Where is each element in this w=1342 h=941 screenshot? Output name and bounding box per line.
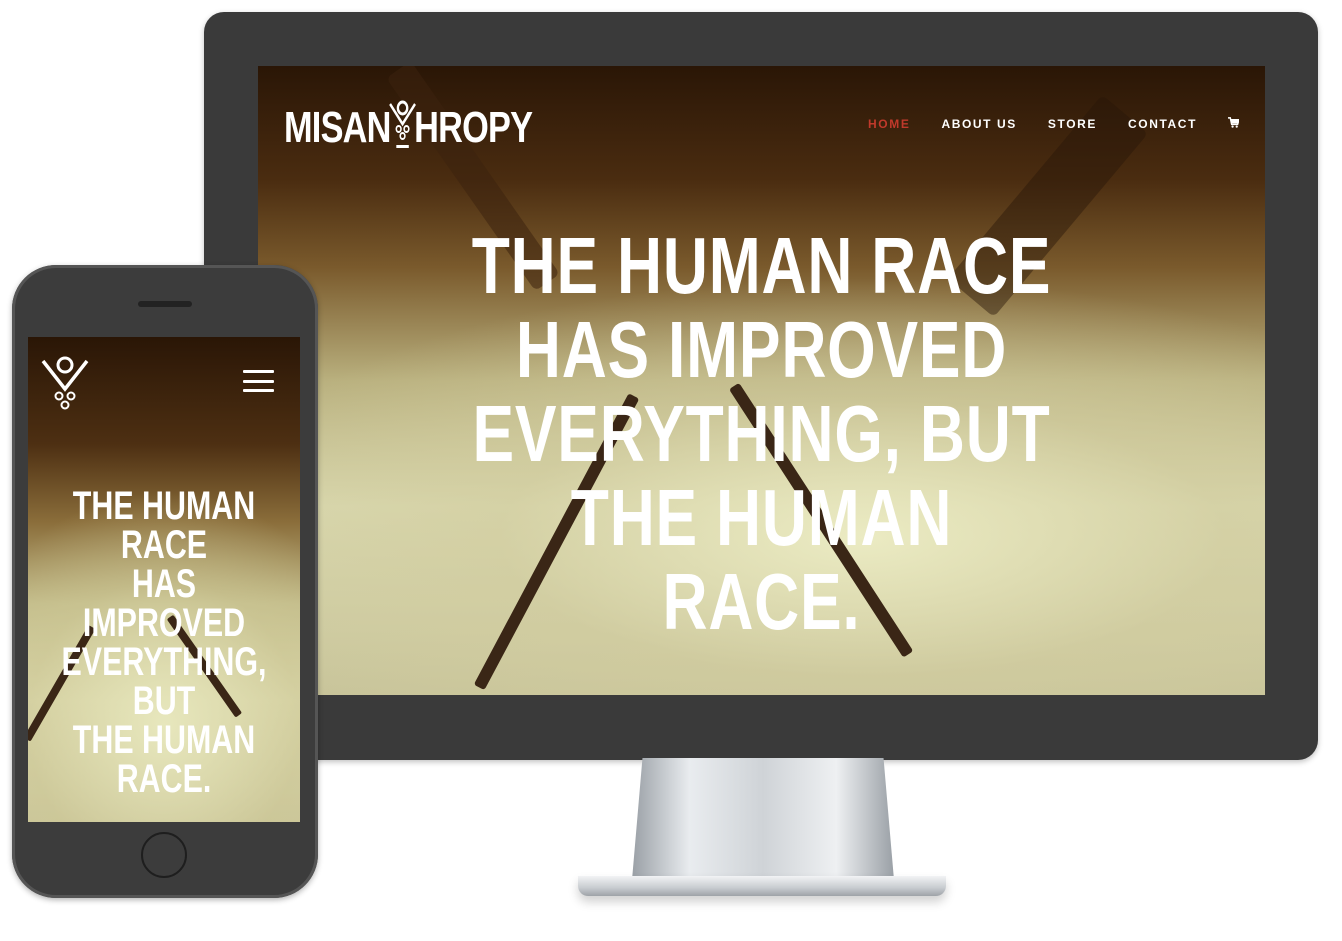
- hero-headline-line: HAS IMPROVED: [82, 562, 246, 645]
- logo-icon[interactable]: [40, 349, 90, 413]
- hamburger-line: [243, 389, 274, 392]
- hamburger-line: [243, 370, 274, 373]
- nav-about-us[interactable]: ABOUT US: [941, 117, 1016, 131]
- hero-headline-line: THE HUMAN RACE: [471, 221, 1052, 310]
- hero-headline-line: HAS IMPROVED: [515, 305, 1008, 394]
- monitor-stand: [632, 758, 894, 880]
- phone-speaker: [138, 301, 192, 307]
- nav-store[interactable]: STORE: [1048, 117, 1097, 131]
- hamburger-line: [243, 379, 274, 383]
- hero-headline-line: THE HUMAN RACE: [72, 484, 256, 567]
- nav-contact[interactable]: CONTACT: [1128, 117, 1197, 131]
- mobile-website-screen: THE HUMAN RACE HAS IMPROVED EVERYTHING, …: [28, 337, 300, 822]
- phone-home-button: [141, 832, 187, 878]
- hero-headline-line: EVERYTHING, BUT: [61, 640, 267, 723]
- main-navigation: HOME ABOUT US STORE CONTACT: [868, 117, 1240, 131]
- nav-home[interactable]: HOME: [868, 117, 910, 131]
- hero-headline-line: RACE.: [116, 757, 212, 801]
- logo-text-right: HROPY: [414, 103, 533, 152]
- logo-text-left: MISAN: [284, 103, 391, 152]
- hero-headline-line: THE HUMAN: [72, 718, 256, 762]
- desktop-website-screen: MISAN HROPY HOME ABOUT US STORE CONTACT …: [258, 66, 1265, 695]
- shopping-cart-icon[interactable]: [1228, 117, 1240, 131]
- hero-headline: THE HUMAN RACE HAS IMPROVED EVERYTHING, …: [369, 224, 1154, 644]
- monitor-stand-base: [578, 876, 946, 896]
- site-logo[interactable]: MISAN HROPY: [284, 100, 533, 152]
- hero-headline-line: THE HUMAN: [570, 473, 953, 562]
- hamburger-menu-icon[interactable]: [243, 370, 274, 392]
- mobile-hero-headline: THE HUMAN RACE HAS IMPROVED EVERYTHING, …: [61, 484, 268, 801]
- hero-headline-line: RACE.: [662, 557, 861, 646]
- hero-headline-line: EVERYTHING, BUT: [472, 389, 1051, 478]
